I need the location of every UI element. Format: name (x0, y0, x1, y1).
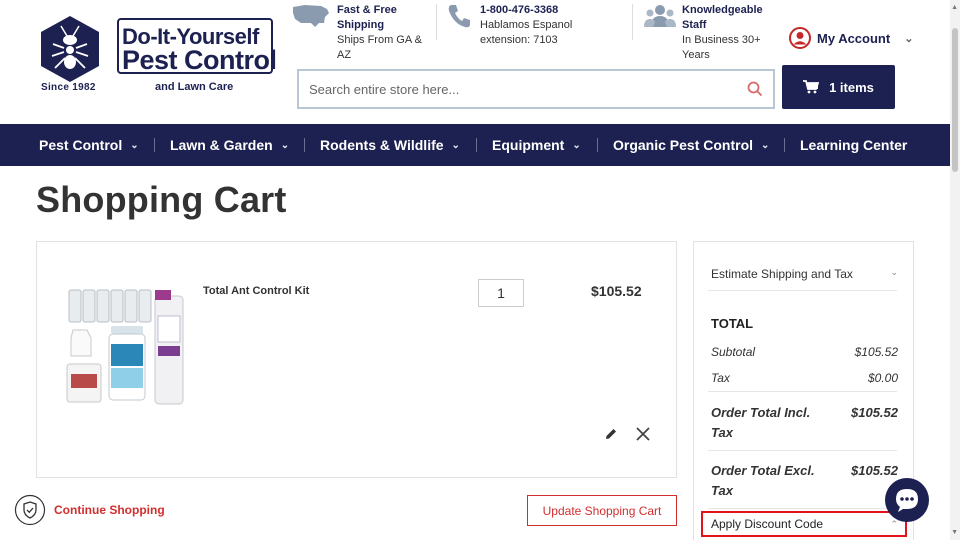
logo-since-text: Since 1982 (41, 82, 96, 93)
total-heading: TOTAL (711, 316, 754, 331)
continue-shopping-label: Continue Shopping (54, 503, 165, 517)
user-avatar-icon (789, 27, 811, 49)
staff-info: Knowledgeable Staff In Business 30+ Year… (644, 3, 772, 63)
chat-widget-button[interactable] (885, 478, 929, 522)
apply-discount-toggle[interactable]: Apply Discount Code ⌃ (701, 511, 907, 537)
scroll-up-arrow-icon[interactable]: ▲ (951, 4, 958, 11)
chevron-down-icon: ⌄ (130, 139, 139, 151)
nav-divider (784, 138, 785, 152)
nav-item-pest-control[interactable]: Pest Control ⌄ (39, 137, 139, 153)
apply-discount-label: Apply Discount Code (711, 517, 824, 531)
subtotal-label: Subtotal (711, 345, 756, 359)
header-divider (436, 4, 437, 40)
chevron-down-icon: ⌄ (280, 139, 290, 151)
nav-item-lawn-garden[interactable]: Lawn & Garden ⌄ (170, 137, 289, 153)
summary-divider (708, 391, 897, 392)
update-cart-button[interactable]: Update Shopping Cart (527, 495, 677, 526)
staff-text: In Business 30+ Years (682, 34, 761, 61)
chevron-down-icon: ⌄ (761, 139, 770, 151)
phone-icon (448, 5, 470, 28)
tax-row: Tax $0.00 (711, 371, 898, 385)
product-image[interactable] (65, 286, 191, 406)
nav-item-organic-pest-control[interactable]: Organic Pest Control ⌄ (613, 137, 769, 153)
order-total-excl-row: Order Total Excl. Tax $105.52 (711, 461, 898, 501)
estimate-shipping-toggle[interactable]: Estimate Shipping and Tax ⌄ (711, 267, 898, 281)
chevron-down-icon: ⌄ (451, 139, 460, 151)
phone-number[interactable]: 1-800-476-3368 (480, 3, 600, 18)
phone-text: Hablamos Espanol extension: 7103 (480, 19, 573, 46)
staff-title: Knowledgeable Staff (682, 4, 763, 31)
chevron-down-icon: ⌄ (904, 32, 914, 45)
phone-info: 1-800-476-3368 Hablamos Espanol extensio… (448, 3, 600, 48)
nav-item-label: Pest Control (39, 137, 123, 153)
page-title: Shopping Cart (36, 179, 287, 220)
my-account-menu[interactable]: My Account ⌄ (789, 27, 913, 49)
nav-item-label: Learning Center (800, 137, 908, 153)
tax-value: $0.00 (867, 371, 898, 385)
nav-item-rodents-wildlife[interactable]: Rodents & Wildlife ⌄ (320, 137, 460, 153)
nav-divider (476, 138, 477, 152)
main-navigation: Pest Control ⌄ Lawn & Garden ⌄ Rodents &… (0, 124, 950, 166)
logo-line-2: Pest Control (122, 45, 277, 75)
nav-item-equipment[interactable]: Equipment ⌄ (492, 137, 581, 153)
order-total-incl-value: $105.52 (851, 405, 898, 420)
chevron-down-icon: ⌄ (890, 267, 898, 277)
shipping-info: Fast & Free Shipping Ships From GA & AZ (293, 3, 432, 63)
scrollbar-thumb[interactable] (952, 28, 958, 172)
shipping-text: Ships From GA & AZ (337, 34, 422, 61)
chat-bubble-icon (896, 489, 918, 512)
nav-divider (597, 138, 598, 152)
continue-shopping-link[interactable]: Continue Shopping (14, 494, 165, 526)
summary-divider (708, 450, 897, 451)
mini-cart-count: 1 items (829, 79, 874, 95)
mini-cart-button[interactable]: 1 items (782, 65, 895, 109)
logo-wordmark[interactable]: Do-It-Yourself Pest Control (122, 26, 277, 75)
order-total-incl-label: Order Total Incl. Tax (711, 405, 811, 440)
nav-divider (154, 138, 155, 152)
estimate-shipping-label: Estimate Shipping and Tax (711, 267, 853, 281)
nav-item-label: Lawn & Garden (170, 137, 273, 153)
usa-map-icon (293, 5, 329, 27)
shield-check-icon (14, 494, 46, 526)
search-input[interactable] (309, 81, 747, 97)
order-summary: Estimate Shipping and Tax ⌄ TOTAL Subtot… (693, 241, 914, 540)
nav-divider (304, 138, 305, 152)
item-subtotal: $105.52 (591, 283, 642, 299)
staff-group-icon (644, 5, 676, 27)
my-account-label: My Account (817, 30, 891, 46)
logo-line-3: and Lawn Care (155, 81, 234, 93)
order-total-excl-label: Order Total Excl. Tax (711, 463, 815, 498)
remove-item-close-icon[interactable] (635, 426, 651, 442)
search-bar (297, 69, 775, 109)
logo-ant-badge[interactable] (39, 14, 101, 84)
subtotal-value: $105.52 (854, 345, 898, 359)
nav-item-learning-center[interactable]: Learning Center (800, 137, 907, 153)
page-scrollbar[interactable]: ▲ ▼ (950, 0, 960, 540)
shopping-cart-icon (803, 80, 820, 94)
header-divider (632, 4, 633, 40)
quantity-input[interactable] (478, 279, 524, 307)
shipping-title: Fast & Free Shipping (337, 4, 397, 31)
cart-item-row: Total Ant Control Kit $105.52 (36, 241, 677, 478)
edit-pencil-icon[interactable] (604, 427, 618, 441)
nav-item-label: Organic Pest Control (613, 137, 754, 153)
tax-label: Tax (711, 371, 730, 385)
product-name-link[interactable]: Total Ant Control Kit (203, 285, 309, 297)
scroll-down-arrow-icon[interactable]: ▼ (951, 529, 958, 536)
order-total-incl-row: Order Total Incl. Tax $105.52 (711, 403, 898, 443)
summary-divider (708, 508, 897, 509)
summary-divider (708, 290, 897, 291)
subtotal-row: Subtotal $105.52 (711, 345, 898, 359)
chevron-down-icon: ⌄ (572, 139, 581, 151)
nav-item-label: Equipment (492, 137, 565, 153)
search-icon[interactable] (747, 81, 763, 97)
nav-item-label: Rodents & Wildlife (320, 137, 444, 153)
chevron-up-icon: ⌃ (890, 518, 898, 529)
